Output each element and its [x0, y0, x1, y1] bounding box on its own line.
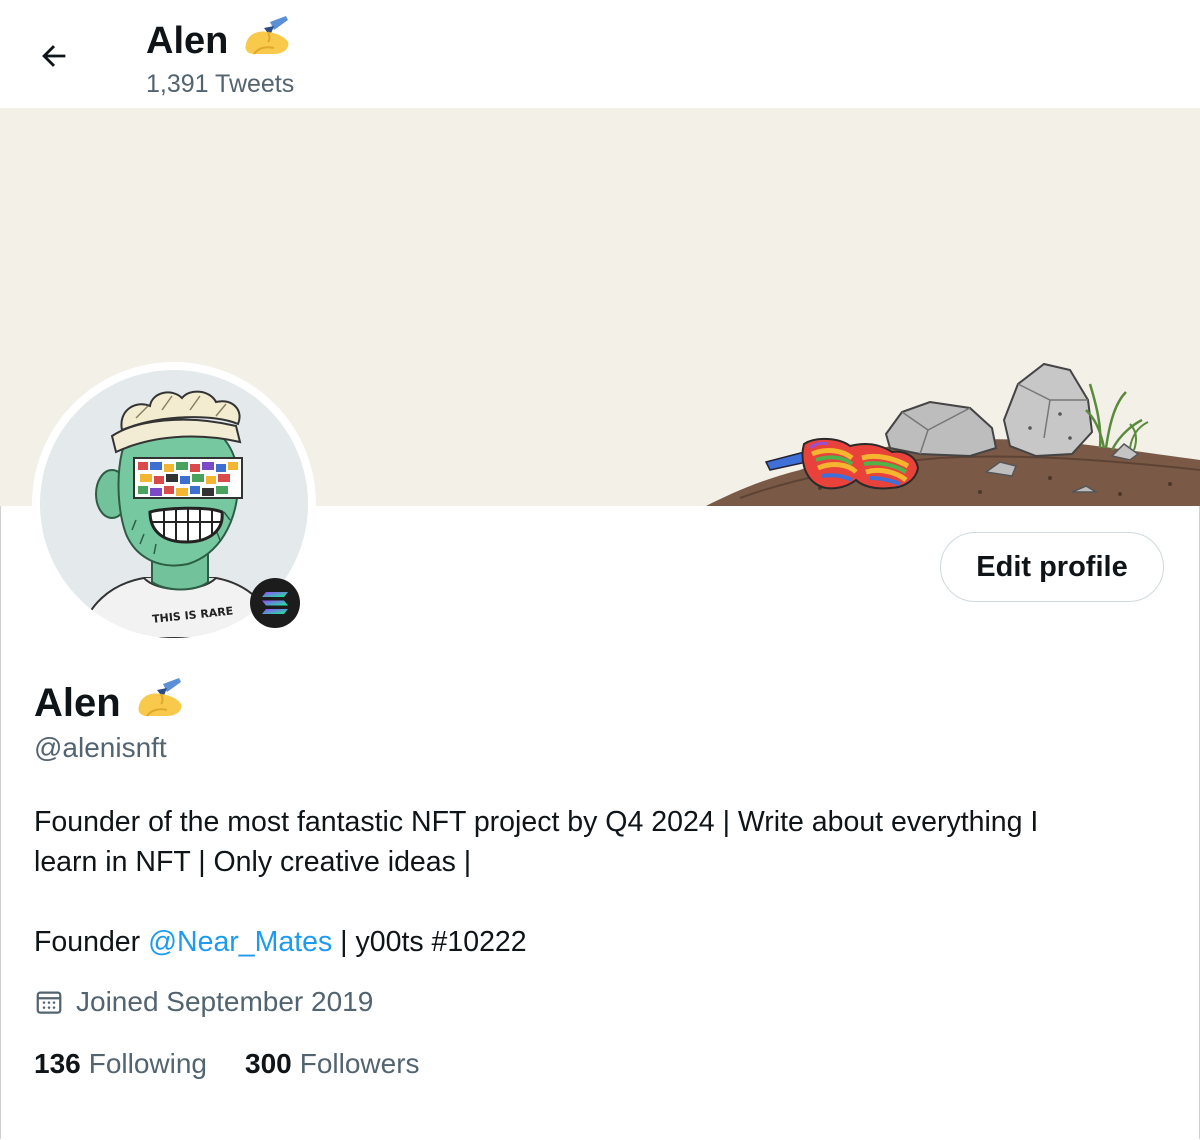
followers-label: Followers [299, 1048, 420, 1079]
join-date: Joined September 2019 [34, 986, 373, 1018]
bio-text: Founder [34, 926, 149, 958]
bio-line: Founder of the most fantastic NFT projec… [34, 806, 1039, 838]
bio-text: | y00ts #10222 [332, 926, 527, 958]
edit-profile-button[interactable]: Edit profile [940, 532, 1164, 602]
following-count: 136 [34, 1048, 81, 1079]
follow-stats: 136 Following 300 Followers [34, 1048, 420, 1080]
arrow-left-icon [42, 45, 66, 67]
profile-bio: Founder of the most fantastic NFT projec… [34, 802, 1164, 962]
profile-name-text: Alen [34, 680, 121, 725]
followers-count: 300 [245, 1048, 292, 1079]
mention-link[interactable]: @Near_Mates [148, 926, 332, 958]
writing-hand-icon [133, 676, 187, 730]
profile-handle: @alenisnft [34, 732, 167, 763]
followers-link[interactable]: 300 Followers [245, 1048, 420, 1080]
bio-founder-line: Founder @Near_Mates | y00ts #10222 [34, 922, 1164, 962]
solana-icon [250, 578, 300, 628]
calendar-icon [34, 987, 64, 1017]
profile-header-bar: Alen 1,391 Tweets [0, 0, 1200, 108]
following-label: Following [88, 1048, 207, 1079]
following-link[interactable]: 136 Following [34, 1048, 207, 1080]
header-title: Alen [146, 14, 294, 68]
tweet-count: 1,391 Tweets [146, 70, 295, 98]
writing-hand-icon [240, 14, 294, 68]
profile-display-name: Alen [34, 676, 187, 730]
back-button[interactable] [22, 24, 86, 88]
header-name: Alen [146, 19, 229, 62]
join-date-text: Joined September 2019 [76, 986, 374, 1017]
bio-spacer [34, 882, 1164, 922]
bio-line: learn in NFT | Only creative ideas | [34, 846, 472, 878]
